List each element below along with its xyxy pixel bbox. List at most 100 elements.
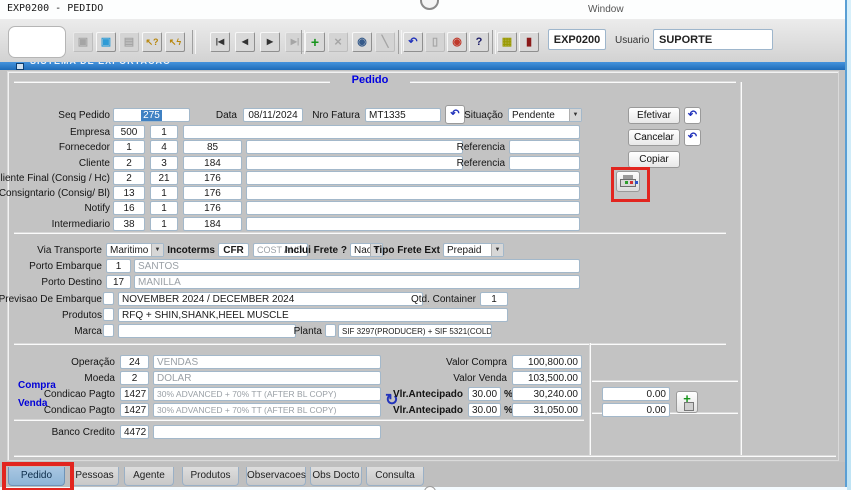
- porto-embarque-name-field[interactable]: SANTOS: [134, 259, 580, 273]
- undo-icon[interactable]: ↶: [403, 32, 423, 52]
- help-icon[interactable]: ?: [469, 32, 489, 52]
- extra-venda-field[interactable]: 0.00: [602, 403, 670, 417]
- cliente-final-field-3[interactable]: 176: [183, 171, 242, 185]
- undo-efetivar-button[interactable]: ↶: [684, 107, 701, 124]
- tab-observacoes[interactable]: Observacoes: [246, 467, 306, 486]
- operacao-code-field[interactable]: 24: [120, 355, 149, 369]
- situacao-dropdown[interactable]: Pendente ▼: [508, 108, 582, 122]
- first-record-icon[interactable]: |◀: [210, 32, 230, 52]
- prev-record-icon[interactable]: ◀: [235, 32, 255, 52]
- cancelar-button[interactable]: Cancelar: [628, 129, 680, 146]
- vlr-antecipado-venda-field[interactable]: 31,050.00: [512, 403, 582, 417]
- consignatario-name-field[interactable]: [246, 186, 580, 200]
- consignatario-field-1[interactable]: 13: [113, 186, 145, 200]
- fornecedor-referencia-field[interactable]: [509, 140, 580, 154]
- condicao-compra-code-field[interactable]: 1427: [120, 387, 149, 401]
- marca-field[interactable]: [118, 324, 296, 338]
- save-icon[interactable]: ▣: [73, 32, 93, 52]
- tab-produtos[interactable]: Produtos: [182, 467, 239, 486]
- produtos-checkbox[interactable]: [103, 308, 114, 321]
- qtd-container-field[interactable]: 1: [480, 292, 508, 306]
- tipo-frete-dropdown[interactable]: Prepaid ▼: [443, 243, 504, 257]
- porto-embarque-code-field[interactable]: 1: [106, 259, 131, 273]
- previsao-checkbox[interactable]: [103, 292, 114, 305]
- cash-grid-icon[interactable]: ▦: [497, 32, 517, 52]
- notify-field-1[interactable]: 16: [113, 201, 145, 215]
- banco-credito-name-field[interactable]: [153, 425, 381, 439]
- tab-agente[interactable]: Agente: [124, 467, 174, 486]
- pct-antecipado-venda-field[interactable]: 30.00: [468, 403, 501, 417]
- cliente-final-field-2[interactable]: 21: [150, 171, 178, 185]
- run-cursor-icon[interactable]: ↖ϟ: [165, 32, 185, 52]
- tab-obs-docto[interactable]: Obs Docto: [310, 467, 362, 486]
- fornecedor-name-field[interactable]: [246, 140, 463, 154]
- paste-icon[interactable]: ▯: [425, 32, 445, 52]
- planta-checkbox[interactable]: [325, 324, 336, 337]
- planta-field[interactable]: SIF 3297(PRODUCER) + SIF 5321(COLD STORE…: [338, 324, 492, 338]
- empresa-field-2[interactable]: 1: [150, 125, 178, 139]
- data-field[interactable]: 08/11/2024: [243, 108, 303, 122]
- cliente-field-1[interactable]: 2: [113, 156, 145, 170]
- vlr-antecipado-compra-field[interactable]: 30,240.00: [512, 387, 582, 401]
- porto-destino-name-field[interactable]: MANILLA: [134, 275, 580, 289]
- add-installment-button[interactable]: +: [676, 391, 698, 413]
- screen-icon[interactable]: ▣: [96, 32, 116, 52]
- delete-record-icon[interactable]: ×: [328, 32, 348, 52]
- menu-window[interactable]: Window: [588, 4, 624, 15]
- pct-antecipado-compra-field[interactable]: 30.00: [468, 387, 501, 401]
- cliente-field-2[interactable]: 3: [150, 156, 178, 170]
- intermediario-name-field[interactable]: [246, 217, 580, 231]
- cliente-name-field[interactable]: [246, 156, 463, 170]
- extra-compra-field[interactable]: 0.00: [602, 387, 670, 401]
- fornecedor-field-1[interactable]: 1: [113, 140, 145, 154]
- copiar-button[interactable]: Copiar: [628, 151, 680, 168]
- condicao-venda-code-field[interactable]: 1427: [120, 403, 149, 417]
- consignatario-field-3[interactable]: 176: [183, 186, 242, 200]
- notify-name-field[interactable]: [246, 201, 580, 215]
- dropdown-arrow-icon[interactable]: ▼: [569, 109, 581, 121]
- seq-pedido-field[interactable]: 275: [113, 108, 190, 122]
- incoterms-code-field[interactable]: CFR: [218, 243, 249, 257]
- condicao-venda-desc-field[interactable]: 30% ADVANCED + 70% TT (AFTER BL COPY): [153, 403, 381, 417]
- consignatario-field-2[interactable]: 1: [150, 186, 178, 200]
- condicao-compra-desc-field[interactable]: 30% ADVANCED + 70% TT (AFTER BL COPY): [153, 387, 381, 401]
- cliente-final-field-1[interactable]: 2: [113, 171, 145, 185]
- search-icon[interactable]: ◉: [352, 32, 372, 52]
- efetivar-button[interactable]: Efetivar: [628, 107, 680, 124]
- intermediario-field-3[interactable]: 184: [183, 217, 242, 231]
- tab-pessoas[interactable]: Pessoas: [70, 467, 119, 486]
- fornecedor-field-3[interactable]: 85: [183, 140, 242, 154]
- intermediario-field-2[interactable]: 1: [150, 217, 178, 231]
- next-record-icon[interactable]: ▶: [260, 32, 280, 52]
- dropdown-arrow-icon[interactable]: ▼: [491, 244, 503, 256]
- empresa-name-field[interactable]: [183, 125, 580, 139]
- notify-field-2[interactable]: 1: [150, 201, 178, 215]
- print-icon[interactable]: ▤: [119, 32, 139, 52]
- valor-venda-field[interactable]: 103,500.00: [512, 371, 582, 385]
- cliente-field-3[interactable]: 184: [183, 156, 242, 170]
- via-transporte-dropdown[interactable]: Maritimo ▼: [106, 243, 164, 257]
- user-field[interactable]: SUPORTE: [653, 29, 773, 50]
- snapshot-icon[interactable]: ◉: [447, 32, 467, 52]
- moeda-desc-field[interactable]: DOLAR: [153, 371, 381, 385]
- dropdown-arrow-icon[interactable]: ▼: [151, 244, 163, 256]
- undo-fatura-button[interactable]: ↶: [445, 105, 465, 124]
- valor-compra-field[interactable]: 100,800.00: [512, 355, 582, 369]
- tab-consulta[interactable]: Consulta: [366, 467, 424, 486]
- marca-checkbox[interactable]: [103, 324, 114, 337]
- operacao-desc-field[interactable]: VENDAS: [153, 355, 381, 369]
- banco-credito-code-field[interactable]: 4472: [120, 425, 149, 439]
- clear-icon[interactable]: ╲: [375, 32, 395, 52]
- cliente-final-name-field[interactable]: [246, 171, 580, 185]
- add-record-icon[interactable]: +: [305, 32, 325, 52]
- help-cursor-icon[interactable]: ↖?: [142, 32, 162, 52]
- previsao-embarque-field[interactable]: NOVEMBER 2024 / DECEMBER 2024: [118, 292, 423, 306]
- nro-fatura-field[interactable]: MT1335: [365, 108, 441, 122]
- empresa-field-1[interactable]: 500: [113, 125, 145, 139]
- porto-destino-code-field[interactable]: 17: [106, 275, 131, 289]
- cliente-referencia-field[interactable]: [509, 156, 580, 170]
- notify-field-3[interactable]: 176: [183, 201, 242, 215]
- fornecedor-field-2[interactable]: 4: [150, 140, 178, 154]
- undo-cancelar-button[interactable]: ↶: [684, 129, 701, 146]
- produtos-field[interactable]: RFQ + SHIN,SHANK,HEEL MUSCLE: [118, 308, 508, 322]
